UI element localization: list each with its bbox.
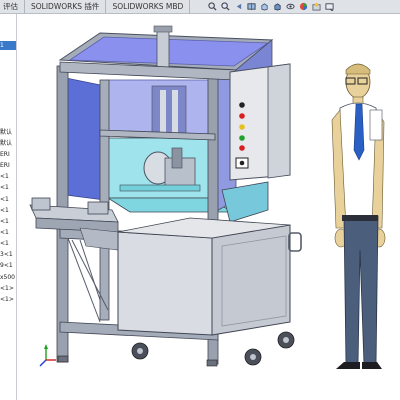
tree-item-selected[interactable]: 1 [0,41,16,50]
tree-item[interactable]: x500 [0,273,16,282]
tree-item[interactable]: <1 [0,172,16,181]
upper-cavity [107,79,211,136]
apply-scene-icon[interactable] [312,2,321,11]
feature-manager-tree: 1 默认 默认 ERI ERI <1 <1 <1 <1 <1 <1 <1 3<1… [0,14,17,400]
tree-item[interactable]: <1 [0,195,16,204]
assembly-model [29,25,386,369]
front-fixture-tray [29,197,119,251]
tree-item[interactable]: 默认 [0,128,16,137]
indicator-light-red [239,113,245,119]
tree-item[interactable]: ERI [0,161,16,170]
indicator-light-black [239,102,245,108]
coordinate-triad-icon [39,344,56,367]
tree-item[interactable]: <1 [0,206,16,215]
indicator-light-red-2 [239,145,245,151]
command-manager-tabs: 评估 SOLIDWORKS 插件 SOLIDWORKS MBD [0,0,400,14]
cabinet-handle [288,232,302,252]
tree-item[interactable]: <1> [0,295,16,304]
tree-item[interactable]: <1> [0,284,16,293]
hide-show-icon[interactable] [286,2,295,11]
view-settings-icon[interactable] [325,2,334,11]
tree-item[interactable]: 9<1 [0,261,16,270]
view-orientation-icon[interactable] [260,2,269,11]
indicator-light-green [239,135,245,141]
lower-cabinet [117,217,302,336]
tab-evaluate[interactable]: 评估 [0,0,25,13]
side-panel-blue [65,77,106,201]
tree-item[interactable]: <1 [0,239,16,248]
zoom-area-icon[interactable] [221,2,230,11]
tree-item[interactable]: <1 [0,217,16,226]
edit-appearance-icon[interactable] [299,2,308,11]
vertical-cylinder [153,25,173,73]
tree-item[interactable]: 默认 [0,139,16,148]
tab-solidworks-addins[interactable]: SOLIDWORKS 插件 [25,0,107,13]
graphics-area[interactable] [17,14,400,400]
tree-item[interactable]: 3<1 [0,250,16,259]
indicator-light-yellow [239,124,245,130]
tree-item[interactable]: ERI [0,150,16,159]
section-view-icon[interactable] [247,2,256,11]
tab-solidworks-mbd[interactable]: SOLIDWORKS MBD [106,0,191,13]
display-style-icon[interactable] [273,2,282,11]
tree-item[interactable]: <1 [0,228,16,237]
heads-up-view-toolbar [208,1,334,12]
human-figure [331,63,386,369]
previous-view-icon[interactable] [234,2,243,11]
tree-item[interactable]: <1 [0,183,16,192]
zoom-fit-icon[interactable] [208,2,217,11]
